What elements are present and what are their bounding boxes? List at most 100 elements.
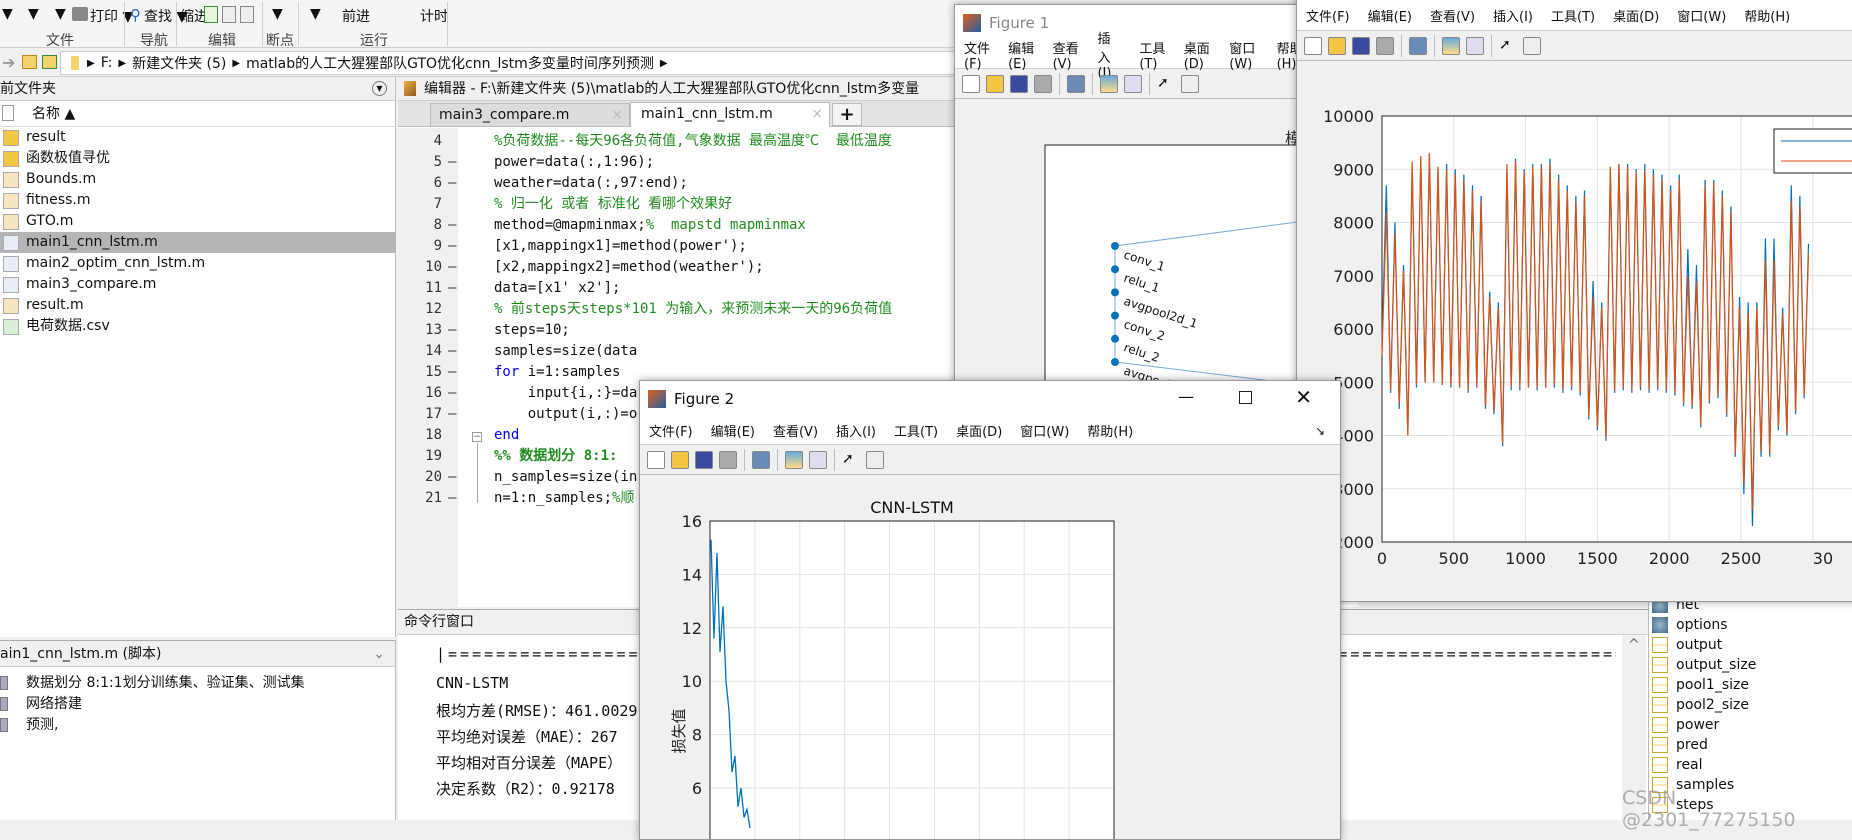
breakpoint-marker[interactable]: — — [448, 236, 456, 257]
code-line[interactable]: 10 — [x2,mappingx2]=method(weather'); — [398, 257, 958, 278]
figure-prediction-window[interactable]: 文件(F) 编辑(E) 查看(V) 插入(I) 工具(T) 桌面(D) 窗口(W) 帮助(H)… — [1296, 0, 1852, 602]
layer-node[interactable] — [1111, 334, 1119, 343]
workspace-variable[interactable]: options — [1650, 615, 1728, 635]
script-icon — [3, 277, 19, 293]
file-item[interactable]: fitness.m — [0, 190, 396, 211]
breakpoint-dropdown[interactable]: ▼ — [272, 6, 283, 22]
section-item[interactable]: 数据划分 8:1:1划分训练集、验证集、测试集 — [0, 673, 395, 694]
file-item[interactable]: 电荷数据.csv — [0, 316, 396, 337]
scroll-up-icon[interactable]: ^ — [1628, 637, 1640, 653]
section-item[interactable]: 预测, — [0, 715, 395, 736]
layer-node[interactable] — [1111, 265, 1119, 274]
code-line[interactable]: 14 — samples=size(data — [398, 341, 958, 362]
path-segment[interactable]: 新建文件夹 (5) — [132, 53, 226, 73]
code-line[interactable]: 8 — method=@mapminmax;% mapstd mapminmax — [398, 215, 958, 236]
tab-main1-cnn-lstm[interactable]: main1_cnn_lstm.m × — [630, 102, 830, 127]
path-segment[interactable]: matlab的人工大猩猩部队GTO优化cnn_lstm多变量时间序列预测 — [246, 53, 654, 73]
search-icon[interactable]: ⚲ — [130, 6, 141, 24]
file-item[interactable]: Bounds.m — [0, 169, 396, 190]
code-text: steps=10; — [494, 322, 570, 338]
browse-folder-icon[interactable] — [42, 55, 57, 69]
close-tab-icon[interactable]: × — [811, 103, 823, 126]
workspace-variable[interactable]: pool1_size — [1650, 675, 1749, 695]
dropdown-2[interactable]: ▼ — [28, 6, 39, 22]
x-tick-label: 500 — [1439, 549, 1470, 568]
file-icon — [2, 105, 14, 121]
forward-arrow-icon[interactable]: ➔ — [2, 53, 15, 72]
fold-toggle[interactable]: − — [472, 432, 482, 442]
code-line[interactable]: 12 % 前steps天steps*101 为输入，来预测未来一天的96负荷值 — [398, 299, 958, 320]
code-line[interactable]: 9 — [x1,mappingx1]=method(power'); — [398, 236, 958, 257]
section-item[interactable]: 网络搭建 — [0, 694, 395, 715]
breakpoint-marker[interactable]: — — [448, 467, 456, 488]
code-text: n_samples=size(in — [494, 469, 638, 485]
comment-icon[interactable] — [204, 6, 218, 23]
breakpoint-marker[interactable]: — — [448, 173, 456, 194]
tab-main3-compare[interactable]: main3_compare.m × — [430, 103, 630, 127]
timer-button[interactable]: 计时 — [420, 6, 448, 26]
workspace-variable[interactable]: output_size — [1650, 655, 1756, 675]
file-item[interactable]: 函数极值寻优 — [0, 148, 396, 169]
forward-button[interactable]: 前进 — [342, 6, 370, 26]
file-item[interactable]: GTO.m — [0, 211, 396, 232]
run-dropdown[interactable]: ▼ — [310, 6, 321, 22]
legend-box[interactable] — [1773, 128, 1852, 174]
panel-header: 前文件夹 ▼ — [0, 77, 395, 101]
breakpoint-marker[interactable]: — — [448, 215, 456, 236]
printer-icon[interactable] — [72, 7, 88, 21]
figure-2-window[interactable]: Figure 2 — ✕ 文件(F) 编辑(E) 查看(V) 插入(I) 工具(T) 桌面… — [639, 380, 1341, 840]
indent-out-icon[interactable] — [240, 6, 254, 23]
path-sep: ▶ — [118, 57, 127, 69]
layer-node[interactable] — [1111, 358, 1119, 366]
indent-in-icon[interactable] — [222, 6, 236, 23]
file-item[interactable]: main1_cnn_lstm.m — [0, 232, 396, 253]
code-line[interactable]: 11 — data=[x1' x2']; — [398, 278, 958, 299]
figure-1-window[interactable]: Figure 1 文件(F) 编辑(E) 查看(V) 插入(I) 工具(T) 桌面(D) 窗… — [954, 4, 1314, 404]
breakpoint-marker[interactable]: — — [448, 383, 456, 404]
breakpoint-marker[interactable]: — — [448, 362, 456, 383]
column-header[interactable]: 名称 ▲ — [0, 101, 395, 127]
dropdown-3[interactable]: ▼ — [55, 6, 66, 22]
panel-menu-icon[interactable]: ▼ — [372, 81, 387, 96]
code-text: power=data(:,1:96); — [494, 154, 655, 170]
code-line[interactable]: 6 — weather=data(:,97:end); — [398, 173, 958, 194]
breakpoint-marker[interactable]: — — [448, 320, 456, 341]
close-tab-icon[interactable]: × — [611, 104, 623, 126]
up-folder-icon[interactable] — [22, 55, 37, 69]
workspace-variable[interactable]: pool2_size — [1650, 695, 1749, 715]
line-number: 15 — [425, 364, 442, 380]
breakpoint-marker[interactable]: — — [448, 341, 456, 362]
breakpoint-marker[interactable]: — — [448, 257, 456, 278]
path-segment[interactable]: F: — [101, 55, 113, 71]
x-tick-label: 1500 — [1577, 549, 1618, 568]
file-item[interactable]: main2_optim_cnn_lstm.m — [0, 253, 396, 274]
breakpoint-marker[interactable]: — — [448, 488, 456, 509]
code-text: samples=size(data — [494, 343, 638, 359]
breakpoint-marker[interactable]: — — [448, 278, 456, 299]
workspace-variable[interactable]: pred — [1650, 735, 1708, 755]
breakpoint-marker[interactable]: — — [448, 152, 456, 173]
dropdown-1[interactable]: ▼ — [2, 6, 13, 22]
details-header[interactable]: ain1_cnn_lstm.m (脚本) ⌄ — [0, 640, 395, 667]
layer-node[interactable] — [1111, 288, 1119, 297]
new-tab-button[interactable]: + — [832, 103, 862, 126]
code-line[interactable]: 7 % 归一化 或者 标准化 看哪个效果好 — [398, 194, 958, 215]
file-item[interactable]: main3_compare.m — [0, 274, 396, 295]
workspace-variable[interactable]: real — [1650, 755, 1703, 775]
workspace-variable[interactable]: power — [1650, 715, 1719, 735]
code-line[interactable]: 4 %负荷数据--每天96各负荷值,气象数据 最高温度℃ 最低温度 — [398, 131, 958, 152]
layer-node[interactable] — [1111, 311, 1119, 320]
file-item[interactable]: result — [0, 127, 396, 148]
command-output-line: 根均方差(RMSE)：461.0029 — [436, 702, 638, 720]
breakpoint-marker[interactable]: — — [448, 404, 456, 425]
file-item[interactable]: result.m — [0, 295, 396, 316]
line-number: 8 — [433, 217, 442, 233]
code-line[interactable]: 5 — power=data(:,1:96); — [398, 152, 958, 173]
code-text: method=@mapminmax;% mapstd mapminmax — [494, 217, 806, 233]
chevron-down-icon[interactable]: ⌄ — [373, 641, 385, 668]
print-button[interactable]: 打印 ▼ — [90, 6, 133, 26]
command-output-line: 平均相对百分误差（MAPE） — [436, 754, 623, 772]
layer-node[interactable] — [1111, 242, 1119, 250]
code-line[interactable]: 13 — steps=10; — [398, 320, 958, 341]
workspace-variable[interactable]: output — [1650, 635, 1722, 655]
